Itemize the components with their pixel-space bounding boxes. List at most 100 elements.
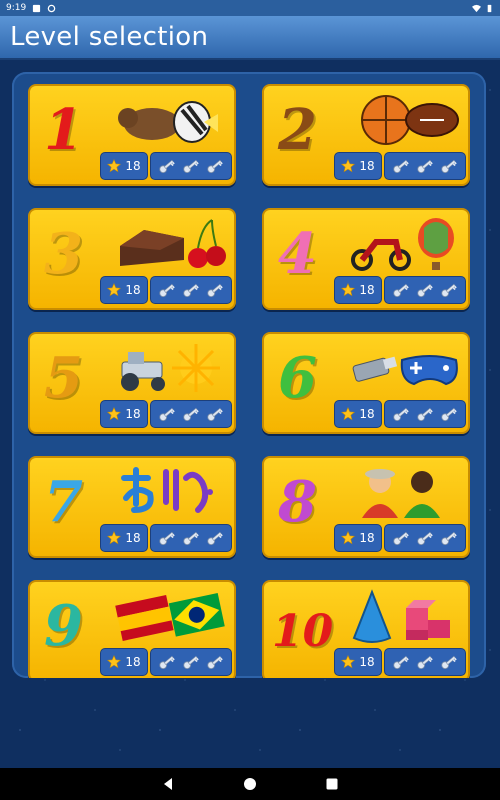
star-count: 18 <box>125 407 141 421</box>
star-count: 18 <box>125 531 141 545</box>
level-card-6[interactable]: 6 18 <box>262 332 470 434</box>
level-card-2[interactable]: 2 18 <box>262 84 470 186</box>
star-count-badge: 18 <box>100 400 148 428</box>
level-card-5[interactable]: 5 18 <box>28 332 236 434</box>
star-count-badge: 18 <box>334 152 382 180</box>
level-number: 10 <box>272 606 334 657</box>
cone-and-blocks-icon <box>348 588 460 644</box>
star-count: 18 <box>125 283 141 297</box>
basketball-and-football-icon <box>348 92 460 148</box>
key-icon <box>417 531 433 546</box>
usb-and-gamepad-icon <box>348 340 460 396</box>
page-title: Level selection <box>10 22 209 52</box>
key-icon <box>417 407 433 422</box>
level-card-1[interactable]: 1 18 <box>28 84 236 186</box>
level-card-3[interactable]: 3 18 <box>28 208 236 310</box>
star-count: 18 <box>125 159 141 173</box>
level-number: 2 <box>278 97 317 163</box>
level-grid: 1 18 2 18 3 18 4 18 5 18 6 18 7 18 8 18 9 18 10 18 <box>12 72 486 678</box>
star-icon <box>341 531 356 545</box>
star-count-badge: 18 <box>100 276 148 304</box>
keys-badge <box>150 400 232 428</box>
star-count: 18 <box>359 531 375 545</box>
key-icon <box>207 655 223 670</box>
key-icon <box>441 655 457 670</box>
bear-and-fish-icon <box>114 92 226 148</box>
star-icon <box>341 407 356 421</box>
motorcycle-and-balloon-icon <box>348 216 460 272</box>
keys-badge <box>384 400 466 428</box>
key-icon <box>393 531 409 546</box>
key-icon <box>159 407 175 422</box>
key-icon <box>207 407 223 422</box>
key-icon <box>417 283 433 298</box>
star-count: 18 <box>359 283 375 297</box>
level-panel[interactable]: 1 18 2 18 3 18 4 18 5 18 6 18 7 18 8 18 9 18 10 18 <box>12 72 486 678</box>
key-icon <box>393 655 409 670</box>
keys-badge <box>150 524 232 552</box>
level-number: 9 <box>44 593 83 659</box>
star-count-badge: 18 <box>334 648 382 676</box>
keys-badge <box>384 648 466 676</box>
star-count-badge: 18 <box>334 400 382 428</box>
key-icon <box>417 159 433 174</box>
star-icon <box>341 655 356 669</box>
key-icon <box>441 283 457 298</box>
level-number: 4 <box>278 221 317 287</box>
keys-badge <box>384 152 466 180</box>
level-card-8[interactable]: 8 18 <box>262 456 470 558</box>
keys-badge <box>150 648 232 676</box>
key-icon <box>159 531 175 546</box>
key-icon <box>183 655 199 670</box>
key-icon <box>159 283 175 298</box>
level-number: 7 <box>44 469 83 535</box>
star-count-badge: 18 <box>100 648 148 676</box>
sync-icon <box>47 4 56 12</box>
level-number: 8 <box>278 469 317 535</box>
star-icon <box>107 159 122 173</box>
back-icon[interactable] <box>161 777 175 791</box>
key-icon <box>441 407 457 422</box>
level-card-7[interactable]: 7 18 <box>28 456 236 558</box>
key-icon <box>207 283 223 298</box>
level-number: 5 <box>44 345 83 411</box>
star-icon <box>341 283 356 297</box>
key-icon <box>183 159 199 174</box>
key-icon <box>393 159 409 174</box>
spain-and-brazil-flags-icon <box>114 588 226 644</box>
tractor-and-sun-icon <box>114 340 226 396</box>
status-time: 9:19 <box>6 3 27 13</box>
star-count-badge: 18 <box>334 524 382 552</box>
star-icon <box>107 407 122 421</box>
status-bar: 9:19 <box>0 0 500 16</box>
keys-badge <box>150 276 232 304</box>
star-count: 18 <box>125 655 141 669</box>
level-number: 1 <box>44 97 83 163</box>
key-icon <box>393 283 409 298</box>
level-card-10[interactable]: 10 18 <box>262 580 470 678</box>
key-icon <box>441 531 457 546</box>
level-card-9[interactable]: 9 18 <box>28 580 236 678</box>
level-number: 6 <box>278 345 317 411</box>
notification-icon <box>33 4 41 12</box>
level-number: 3 <box>44 221 83 287</box>
two-people-icon <box>348 464 460 520</box>
star-icon <box>341 159 356 173</box>
key-icon <box>417 655 433 670</box>
star-icon <box>107 283 122 297</box>
key-icon <box>183 283 199 298</box>
star-count-badge: 18 <box>100 524 148 552</box>
key-icon <box>393 407 409 422</box>
keys-badge <box>384 524 466 552</box>
key-icon <box>441 159 457 174</box>
star-count-badge: 18 <box>100 152 148 180</box>
key-icon <box>207 159 223 174</box>
japanese-letters-icon <box>114 464 226 520</box>
key-icon <box>207 531 223 546</box>
navigation-bar <box>0 768 500 800</box>
home-icon[interactable] <box>243 777 257 791</box>
star-icon <box>107 531 122 545</box>
star-count: 18 <box>359 159 375 173</box>
level-card-4[interactable]: 4 18 <box>262 208 470 310</box>
recents-icon[interactable] <box>325 777 339 791</box>
